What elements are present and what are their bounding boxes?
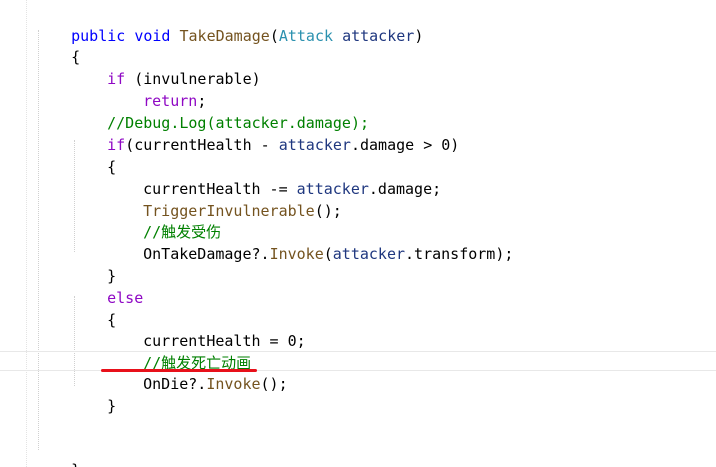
gutter-guide <box>26 0 27 467</box>
method-invoke: Invoke <box>269 245 324 263</box>
code-line-16[interactable]: //触发死亡动画 <box>107 330 251 372</box>
code-line-4[interactable]: return; <box>107 68 206 110</box>
code-line-6[interactable]: if(currentHealth - attacker.damage > 0) <box>71 112 459 154</box>
code-line-7[interactable]: { <box>71 134 116 176</box>
code-line-12[interactable]: } <box>71 243 116 285</box>
brace-close: } <box>107 397 117 415</box>
param-attacker: attacker <box>342 27 415 45</box>
indent-guide-method <box>38 30 39 450</box>
event-on-take-damage: OnTakeDamage?. <box>143 245 270 263</box>
event-on-die: OnDie?. <box>143 375 207 393</box>
code-line-18[interactable]: } <box>71 373 116 415</box>
condition-part-2: .damage > 0) <box>350 136 460 154</box>
code-line-5[interactable]: //Debug.Log(attacker.damage); <box>71 90 369 132</box>
code-line-10[interactable]: //触发受伤 <box>107 199 221 241</box>
code-line-15[interactable]: currentHealth = 0; <box>107 308 306 350</box>
keyword-void: void <box>134 27 171 45</box>
condition-part-1: (currentHealth - <box>125 136 279 154</box>
code-line-11[interactable]: OnTakeDamage?.Invoke(attacker.transform)… <box>107 221 513 263</box>
statement-part-2: .damage; <box>368 180 442 198</box>
param-attacker: attacker <box>332 245 406 263</box>
red-underline-annotation <box>101 369 257 372</box>
call-parens: (); <box>260 375 288 393</box>
method-invoke: Invoke <box>206 375 261 393</box>
paren-open: ( <box>269 27 279 45</box>
code-line-19[interactable]: } <box>35 437 80 467</box>
paren-open: ( <box>323 245 333 263</box>
code-line-1[interactable]: public void TakeDamage(Attack attacker) <box>35 3 423 45</box>
call-parens: (); <box>314 202 342 220</box>
transform-arg: .transform); <box>405 245 514 263</box>
code-line-2[interactable]: { <box>35 24 80 66</box>
paren-close: ) <box>414 27 424 45</box>
code-line-14[interactable]: { <box>71 287 116 329</box>
code-editor[interactable]: public void TakeDamage(Attack attacker) … <box>0 0 716 467</box>
code-line-3[interactable]: if (invulnerable) <box>71 46 261 88</box>
brace-close: } <box>71 461 80 467</box>
type-attack: Attack <box>278 27 334 45</box>
code-line-8[interactable]: currentHealth -= attacker.damage; <box>107 156 441 198</box>
code-line-13[interactable]: else <box>71 265 143 307</box>
method-name: TakeDamage <box>179 27 270 45</box>
code-line-9[interactable]: TriggerInvulnerable(); <box>107 178 342 220</box>
param-attacker: attacker <box>278 136 351 154</box>
